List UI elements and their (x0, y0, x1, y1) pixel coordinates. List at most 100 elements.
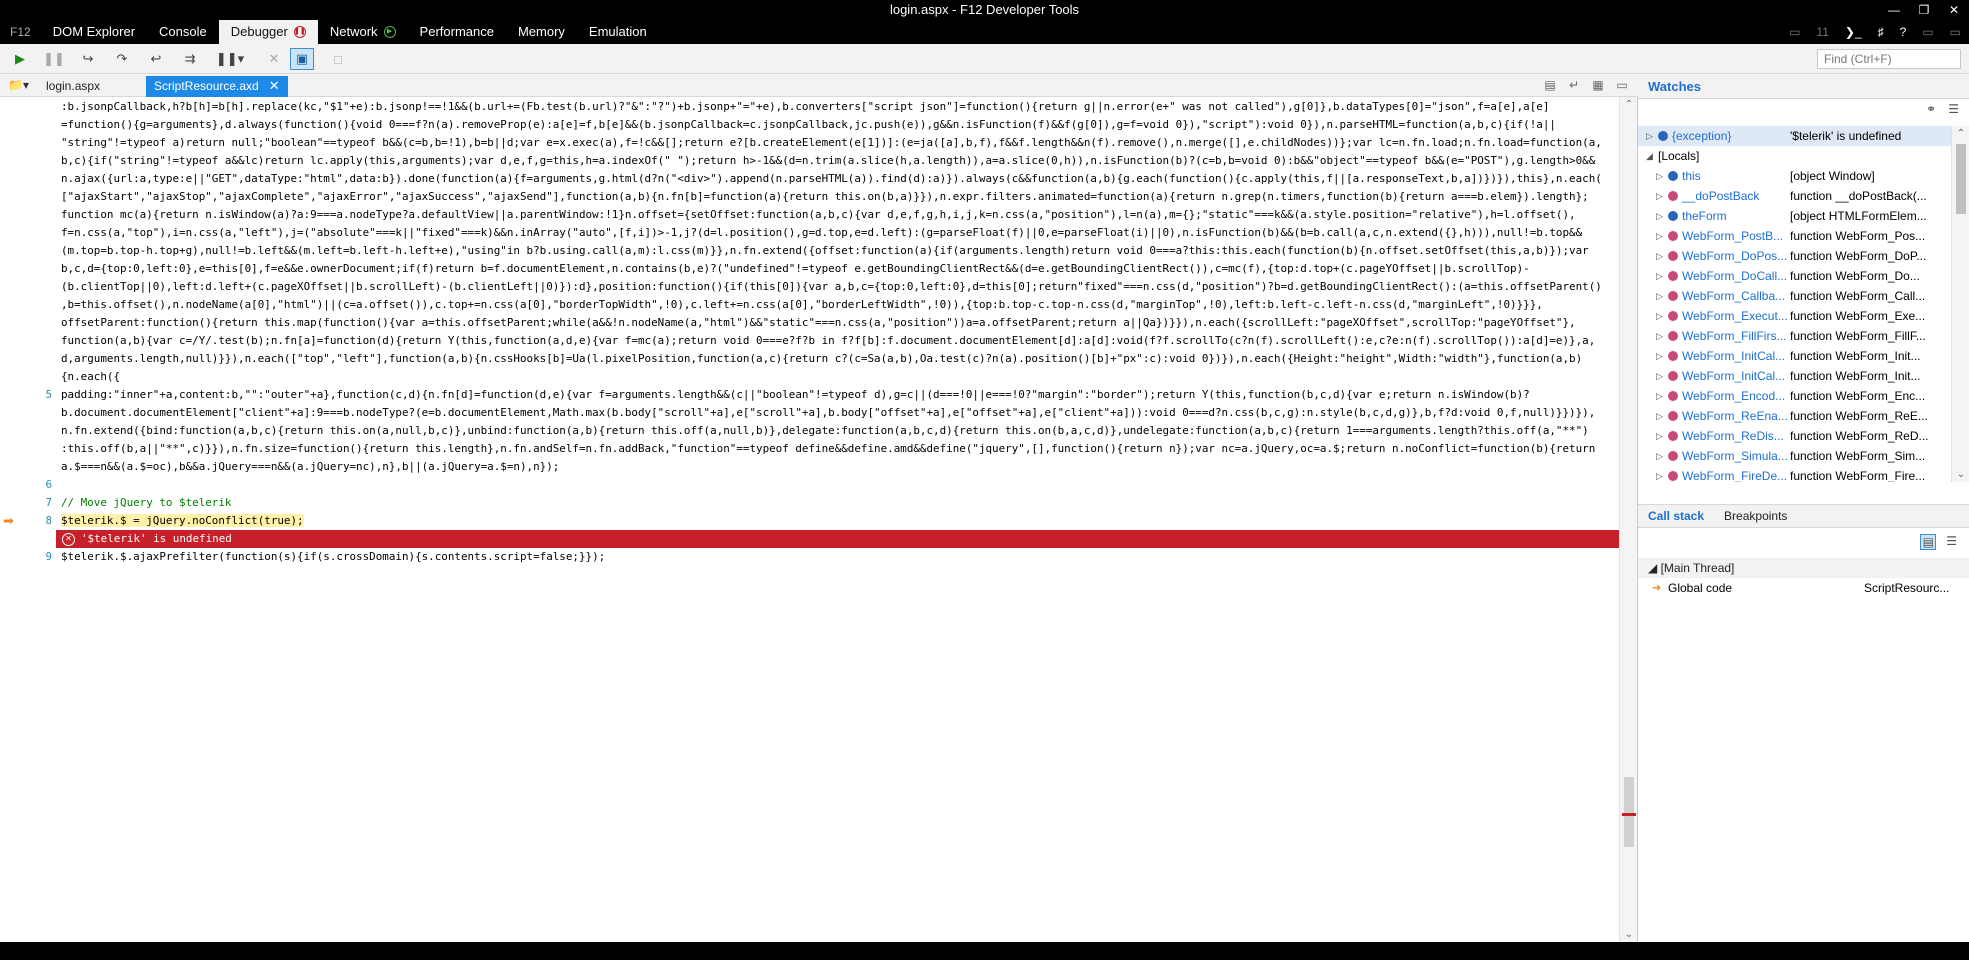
code-line[interactable]: ,b=this.offset(),n.nodeName(a[0],"html")… (61, 296, 1619, 314)
code-line[interactable]: n.fn.extend({bind:function(a,b,c){return… (61, 422, 1619, 440)
tab-emulation[interactable]: Emulation (577, 20, 659, 44)
step-into-icon[interactable]: ↪ (76, 48, 100, 70)
code-line[interactable]: $telerik.$ = jQuery.noConflict(true); (61, 512, 1619, 530)
watch-row[interactable]: ▷ WebForm_ReEna... function WebForm_ReE... (1638, 406, 1951, 426)
file-tab-scriptresource[interactable]: ScriptResource.axd ✕ (146, 76, 288, 97)
expand-icon[interactable]: ▷ (1656, 286, 1663, 306)
tab-breakpoints[interactable]: Breakpoints (1714, 505, 1797, 527)
expand-icon[interactable]: ▷ (1656, 346, 1663, 366)
code-line[interactable]: "string"!=typeof a)return null;"boolean"… (61, 134, 1619, 152)
code-line[interactable] (61, 476, 1619, 494)
scroll-down-icon[interactable]: ⌄ (1620, 929, 1637, 940)
code-line[interactable]: (b.clientTop||0),left:d.left+(c.pageXOff… (61, 278, 1619, 296)
tab-console[interactable]: Console (147, 20, 219, 44)
expand-icon[interactable]: ▷ (1656, 206, 1663, 226)
expand-icon[interactable]: ▷ (1646, 126, 1653, 146)
pretty-print-icon[interactable]: ▤ (1542, 78, 1558, 92)
line-number[interactable]: 5 (0, 386, 52, 404)
find-input[interactable]: Find (Ctrl+F) (1817, 49, 1961, 69)
watch-row[interactable]: ▷ {exception} '$telerik' is undefined (1638, 126, 1951, 146)
watch-row[interactable]: ▷ WebForm_FireDe... function WebForm_Fire.… (1638, 466, 1951, 482)
editor-scrollbar[interactable]: ⌃ ⌄ (1619, 97, 1637, 942)
tab-debugger[interactable]: Debugger ❚❚ (218, 20, 318, 44)
thread-header[interactable]: ◢ [Main Thread] (1638, 558, 1969, 578)
code-line[interactable]: a.$===n&&(a.$=oc),b&&a.jQuery===n&&(a.jQ… (61, 458, 1619, 476)
code-editor[interactable]: ⌃ ⌄ :b.jsonpCallback,h?b[h]=b[h].replace… (0, 97, 1638, 942)
code-line[interactable]: ["ajaxStart","ajaxStop","ajaxComplete","… (61, 188, 1619, 206)
code-line[interactable]: padding:"inner"+a,content:b,"":"outer"+a… (61, 386, 1619, 404)
exception-behavior-icon[interactable]: ❚❚▾ (216, 48, 244, 70)
line-number[interactable]: 6 (0, 476, 52, 494)
expand-icon[interactable]: ▷ (1656, 386, 1663, 406)
code-line[interactable]: b,c){if("string"!=typeof a&&lc)return lc… (61, 152, 1619, 170)
expand-icon[interactable]: ▷ (1656, 306, 1663, 326)
just-my-code-icon[interactable]: ▣ (290, 48, 314, 70)
dock-icon[interactable]: ▭ (1914, 25, 1941, 39)
code-line[interactable]: function(a,b){var c=/Y/.test(b);n.fn[a]=… (61, 332, 1619, 350)
line-number[interactable]: 9 (0, 548, 52, 566)
code-line[interactable]: {n.each({ (61, 368, 1619, 386)
expand-icon[interactable]: ▷ (1656, 326, 1663, 346)
watch-row[interactable]: ▷ WebForm_DoPos... function WebForm_DoP... (1638, 246, 1951, 266)
expand-icon[interactable]: ▷ (1656, 266, 1663, 286)
tab-network[interactable]: Network ▶ (318, 20, 408, 44)
error-count[interactable]: 11 (1808, 25, 1836, 39)
watch-row[interactable]: ▷ WebForm_InitCal... function WebForm_Init… (1638, 346, 1951, 366)
code-line[interactable]: =function(){g=arguments},d.always(functi… (61, 116, 1619, 134)
break-icon[interactable]: ❚❚ (42, 48, 66, 70)
scroll-thumb[interactable] (1956, 144, 1966, 214)
watch-row[interactable]: ▷ WebForm_DoCall... function WebForm_Do... (1638, 266, 1951, 286)
expand-icon[interactable]: ▷ (1656, 426, 1663, 446)
collapse-icon[interactable]: ◢ (1646, 146, 1653, 166)
watch-row[interactable]: ▷ WebForm_FillFirs... function WebForm_Fil… (1638, 326, 1951, 346)
watch-row[interactable]: ▷ __doPostBack function __doPostBack(... (1638, 186, 1951, 206)
expand-icon[interactable]: ▷ (1656, 406, 1663, 426)
file-tab-login[interactable]: login.aspx (38, 76, 108, 97)
expand-icon[interactable]: ▷ (1656, 226, 1663, 246)
word-wrap-icon[interactable]: ↵ (1566, 78, 1582, 92)
code-line[interactable]: :b.jsonpCallback,h?b[h]=b[h].replace(kc,… (61, 98, 1619, 116)
connect-icon[interactable]: □ (326, 48, 350, 70)
monitor-icon[interactable]: ▭ (1781, 25, 1808, 39)
expand-icon[interactable]: ▷ (1656, 466, 1663, 482)
tab-memory[interactable]: Memory (506, 20, 577, 44)
line-number[interactable]: 7 (0, 494, 52, 512)
pin-icon[interactable]: ♯ (1870, 25, 1892, 39)
tab-performance[interactable]: Performance (408, 20, 506, 44)
expand-icon[interactable]: ▷ (1656, 166, 1663, 186)
undock-icon[interactable]: ▭ (1942, 25, 1969, 39)
tab-dom-explorer[interactable]: DOM Explorer (41, 20, 147, 44)
dock-icon[interactable]: ▭ (1614, 78, 1630, 92)
code-line[interactable]: b,c,d={top:0,left:0},e=this[0],f=e&&e.ow… (61, 260, 1619, 278)
add-watch-icon[interactable]: ⚭ (1926, 102, 1936, 116)
break-on-new-worker-icon[interactable]: ⇉ (178, 48, 202, 70)
code-line[interactable]: offsetParent:function(){return this.map(… (61, 314, 1619, 332)
step-out-icon[interactable]: ↩ (144, 48, 168, 70)
code-line[interactable]: function mc(a){return n.isWindow(a)?a:9=… (61, 206, 1619, 224)
watch-row[interactable]: ▷ this [object Window] (1638, 166, 1951, 186)
watch-row[interactable]: ◢ [Locals] (1638, 146, 1951, 166)
watch-row[interactable]: ▷ WebForm_Callba... function WebForm_Call.… (1638, 286, 1951, 306)
close-icon[interactable]: ✕ (269, 78, 280, 93)
close-icon[interactable]: ✕ (1939, 0, 1969, 20)
scroll-up-icon[interactable]: ⌃ (1952, 128, 1969, 139)
delete-watches-icon[interactable]: ☰ (1948, 102, 1959, 116)
scroll-up-icon[interactable]: ⌃ (1620, 99, 1637, 110)
watch-row[interactable]: ▷ WebForm_Execut... function WebForm_Exe..… (1638, 306, 1951, 326)
expand-icon[interactable]: ▷ (1656, 446, 1663, 466)
code-line[interactable]: b.document.documentElement["client"+a]:9… (61, 404, 1619, 422)
watch-row[interactable]: ▷ WebForm_Encod... function WebForm_Enc... (1638, 386, 1951, 406)
scroll-thumb[interactable] (1624, 777, 1634, 847)
code-line[interactable]: :this.off(b,a||"**",c)}}),n.fn.size=func… (61, 440, 1619, 458)
continue-icon[interactable]: ▶ (8, 48, 32, 70)
folder-icon[interactable]: 📁▾ (8, 78, 38, 94)
watch-row[interactable]: ▷ WebForm_InitCal... function WebForm_Init… (1638, 366, 1951, 386)
watch-scrollbar[interactable]: ⌃ ⌄ (1951, 126, 1969, 482)
console-icon[interactable]: ❯_ (1837, 25, 1870, 39)
watches-title[interactable]: Watches (1648, 79, 1701, 94)
call-frame[interactable]: ➜ Global code ScriptResourc... (1638, 578, 1969, 598)
step-over-icon[interactable]: ↷ (110, 48, 134, 70)
code-line[interactable]: d,arguments.length,null)}}),n.each(["top… (61, 350, 1619, 368)
minimize-icon[interactable]: — (1879, 0, 1909, 20)
code-line[interactable]: // Move jQuery to $telerik (61, 494, 1619, 512)
